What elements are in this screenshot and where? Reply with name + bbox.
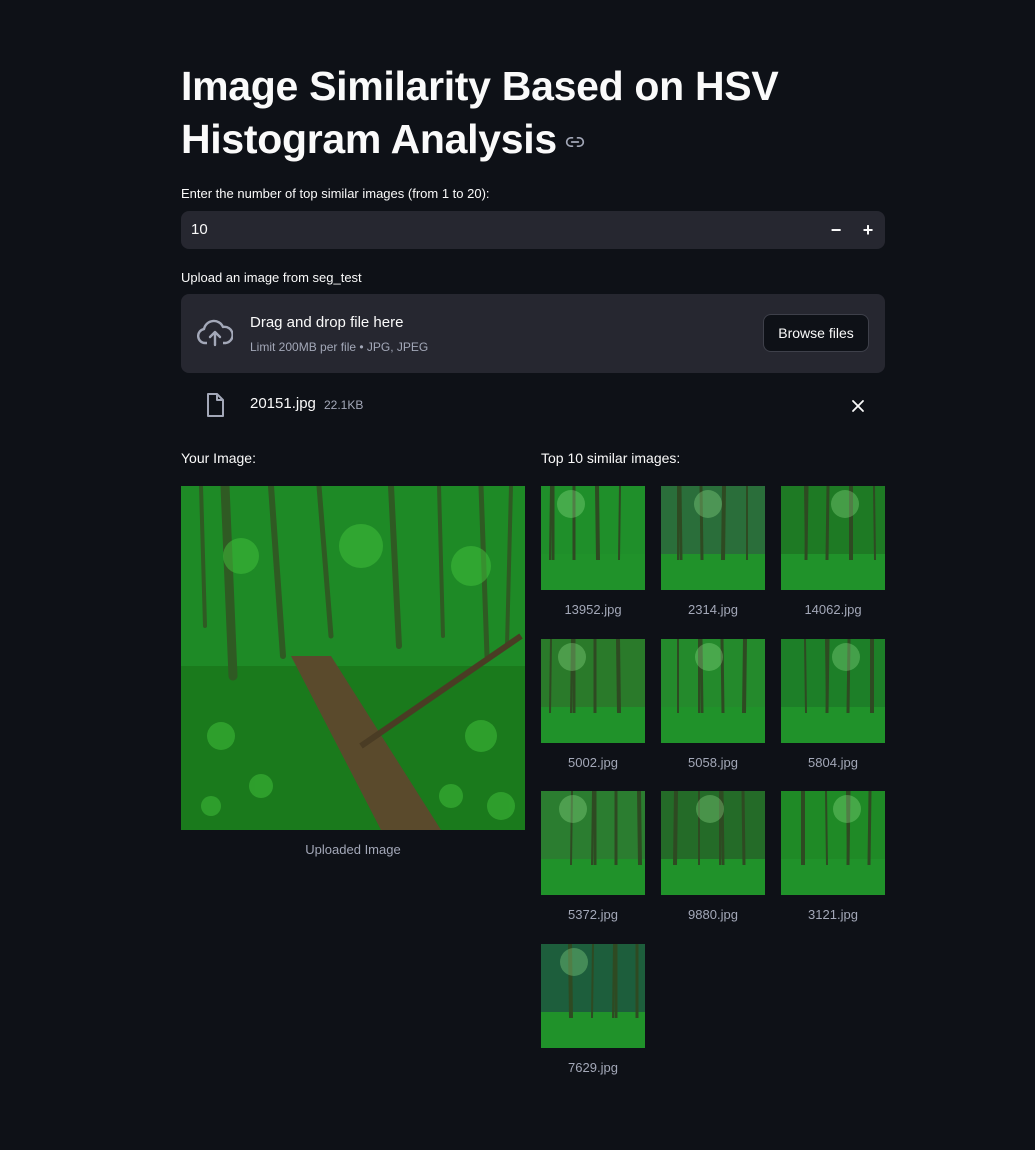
- similar-image-thumbnail: [541, 943, 645, 1048]
- similar-image-caption: 7629.jpg: [568, 1059, 618, 1075]
- similar-image-caption: 5002.jpg: [568, 754, 618, 770]
- link-icon[interactable]: [565, 132, 585, 152]
- browse-files-button[interactable]: Browse files: [763, 314, 869, 352]
- increment-button[interactable]: +: [855, 217, 881, 243]
- uploaded-file-name: 20151.jpg: [250, 395, 316, 412]
- similar-image-thumbnail: [541, 486, 645, 590]
- similar-images-heading: Top 10 similar images:: [541, 450, 681, 466]
- similar-image-caption: 5804.jpg: [808, 754, 858, 770]
- similar-image-caption: 5058.jpg: [688, 754, 738, 770]
- cloud-upload-icon: [197, 319, 233, 347]
- similar-image-thumbnail: [541, 638, 645, 743]
- uploader-label: Upload an image from seg_test: [181, 270, 362, 285]
- page-title-text: Image Similarity Based on HSV Histogram …: [181, 63, 779, 162]
- similar-image-caption: 2314.jpg: [688, 602, 738, 617]
- uploaded-file-row: 20151.jpg 22.1KB: [181, 388, 885, 422]
- similar-image-caption: 14062.jpg: [804, 602, 862, 617]
- decrement-button[interactable]: −: [823, 217, 849, 243]
- file-icon: [207, 393, 224, 417]
- uploaded-image-caption: Uploaded Image: [305, 842, 401, 857]
- close-icon[interactable]: [847, 395, 869, 417]
- top-k-number-input[interactable]: 10 − +: [181, 211, 885, 249]
- uploaded-file-size: 22.1KB: [324, 398, 364, 412]
- similar-image-thumbnail: [781, 791, 885, 895]
- similar-image-thumbnail: [541, 791, 645, 895]
- file-dropzone[interactable]: Drag and drop file here Limit 200MB per …: [181, 294, 885, 373]
- uploaded-image: [181, 486, 525, 830]
- similar-image-thumbnail: [781, 486, 885, 590]
- similar-image-caption: 5372.jpg: [568, 907, 618, 922]
- similar-image-caption: 13952.jpg: [564, 602, 622, 617]
- similar-image-thumbnail: [781, 638, 885, 743]
- similar-image-thumbnail: [661, 486, 765, 590]
- top-k-value[interactable]: 10: [191, 221, 208, 238]
- your-image-heading: Your Image:: [181, 450, 256, 466]
- page-title: Image Similarity Based on HSV Histogram …: [181, 60, 885, 166]
- dropzone-title: Drag and drop file here: [250, 314, 404, 331]
- similar-image-thumbnail: [661, 638, 765, 743]
- similar-image-caption: 9880.jpg: [688, 907, 738, 922]
- dropzone-subtitle: Limit 200MB per file • JPG, JPEG: [250, 340, 429, 354]
- similar-image-caption: 3121.jpg: [808, 907, 858, 922]
- similar-image-thumbnail: [661, 791, 765, 895]
- number-input-label: Enter the number of top similar images (…: [181, 186, 490, 201]
